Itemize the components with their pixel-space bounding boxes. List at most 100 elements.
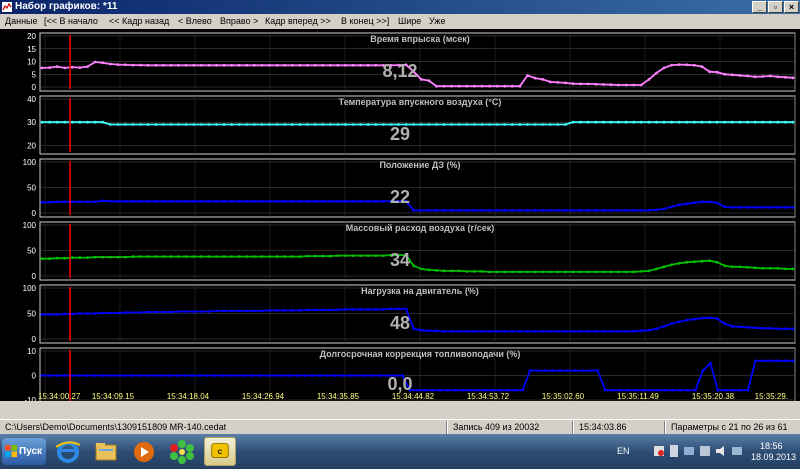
data-point <box>283 199 287 203</box>
data-point <box>624 83 628 87</box>
zoom-in-button[interactable]: Уже <box>429 14 445 29</box>
icq-icon[interactable] <box>166 437 198 466</box>
close-button[interactable]: × <box>784 1 799 13</box>
navigation-toolbar: Данные [<< В начало << Кадр назад < Влев… <box>0 14 800 29</box>
tray-icons[interactable] <box>654 443 754 459</box>
data-point <box>701 369 705 372</box>
window-titlebar[interactable]: Набор графиков: *11 _ ▫ × <box>0 0 800 14</box>
data-point <box>63 200 67 204</box>
data-point <box>791 76 795 80</box>
data-point <box>275 123 279 126</box>
data-point <box>215 309 218 313</box>
data-point <box>184 310 188 313</box>
explorer-icon[interactable] <box>90 437 122 466</box>
data-point <box>639 83 643 87</box>
start-button[interactable]: Пуск <box>2 438 46 465</box>
data-point <box>776 359 780 363</box>
data-point <box>594 270 598 274</box>
restore-button[interactable]: ▫ <box>768 1 783 13</box>
data-point <box>543 369 547 372</box>
data-point <box>290 123 294 126</box>
data-point <box>237 123 241 126</box>
data-point <box>594 209 598 212</box>
charts-panel[interactable]: 0 5 10 15 20 Время впрыска (мсек) 8,12 20 30 40 Те… <box>0 29 800 401</box>
data-point <box>321 254 325 258</box>
data-point <box>336 254 340 257</box>
data-point <box>215 63 218 67</box>
app-icon[interactable]: C <box>204 437 236 466</box>
language-indicator[interactable]: EN <box>617 446 630 456</box>
ie-icon[interactable] <box>52 437 84 466</box>
data-point <box>662 207 666 211</box>
data-point <box>488 270 491 274</box>
data-point <box>579 209 582 212</box>
data-point <box>160 374 164 377</box>
data-point <box>548 270 552 274</box>
media-player-icon[interactable] <box>128 437 160 466</box>
data-point <box>709 361 712 365</box>
data-point <box>162 310 165 314</box>
data-point <box>730 73 734 77</box>
data-point <box>427 329 431 333</box>
data-point <box>192 199 196 203</box>
data-point <box>495 330 499 333</box>
clock-date[interactable]: 18.09.2013 <box>751 452 796 462</box>
data-point <box>124 311 127 314</box>
data-point <box>131 123 135 126</box>
data-point <box>359 308 362 311</box>
minimize-button[interactable]: _ <box>752 1 767 13</box>
data-point <box>488 123 491 126</box>
go-end-button[interactable]: В конец >>] <box>341 14 389 29</box>
data-point <box>768 74 772 78</box>
frame-forward-button[interactable]: Кадр вперед >> <box>265 14 331 29</box>
frame-back-button[interactable]: << Кадр назад <box>109 14 169 29</box>
data-point <box>579 120 582 124</box>
charts-svg[interactable]: 0 5 10 15 20 Время впрыска (мсек) 8,12 20 30 40 Те… <box>0 29 800 401</box>
scroll-right-button[interactable]: Вправо > <box>220 14 258 29</box>
data-point <box>586 82 590 86</box>
go-start-button[interactable]: [<< В начало <box>44 14 98 29</box>
data-point <box>739 388 742 392</box>
time-axis-label: 15:35:20.38 <box>692 392 735 401</box>
data-point <box>154 199 158 203</box>
current-value-1: 8,12 <box>382 61 417 81</box>
time-axis-label: 15:35:29. <box>755 392 788 401</box>
zoom-out-button[interactable]: Шире <box>398 14 421 29</box>
data-point <box>275 309 279 312</box>
data-point <box>116 199 120 203</box>
data-point <box>784 359 787 363</box>
data-point <box>40 200 44 204</box>
data-point <box>586 120 590 124</box>
data-point <box>693 260 696 264</box>
data-point <box>192 255 196 258</box>
data-point <box>480 123 484 126</box>
scroll-left-button[interactable]: < Влево <box>178 14 212 29</box>
data-point <box>265 374 269 377</box>
data-point <box>378 374 382 377</box>
start-label: Пуск <box>19 446 43 457</box>
data-point <box>275 199 279 203</box>
data-point <box>177 310 180 313</box>
y-tick-label: 40 <box>27 95 36 104</box>
data-point <box>245 123 249 126</box>
data-point <box>306 63 309 67</box>
data-point <box>86 312 89 315</box>
data-point <box>564 209 567 212</box>
data-point <box>730 324 734 328</box>
data-point <box>295 374 299 377</box>
menu-data[interactable]: Данные <box>5 14 38 29</box>
data-point <box>93 255 97 259</box>
data-point <box>533 123 537 126</box>
data-point <box>457 269 461 273</box>
data-point <box>419 78 423 81</box>
data-point <box>442 209 446 212</box>
data-point <box>510 209 514 212</box>
clock-time[interactable]: 18:56 <box>760 441 783 451</box>
data-point <box>205 374 209 377</box>
data-point <box>548 123 552 126</box>
data-point <box>198 374 202 377</box>
data-point <box>192 63 196 67</box>
data-point <box>108 374 111 377</box>
data-point <box>108 62 112 66</box>
data-point <box>85 374 89 377</box>
